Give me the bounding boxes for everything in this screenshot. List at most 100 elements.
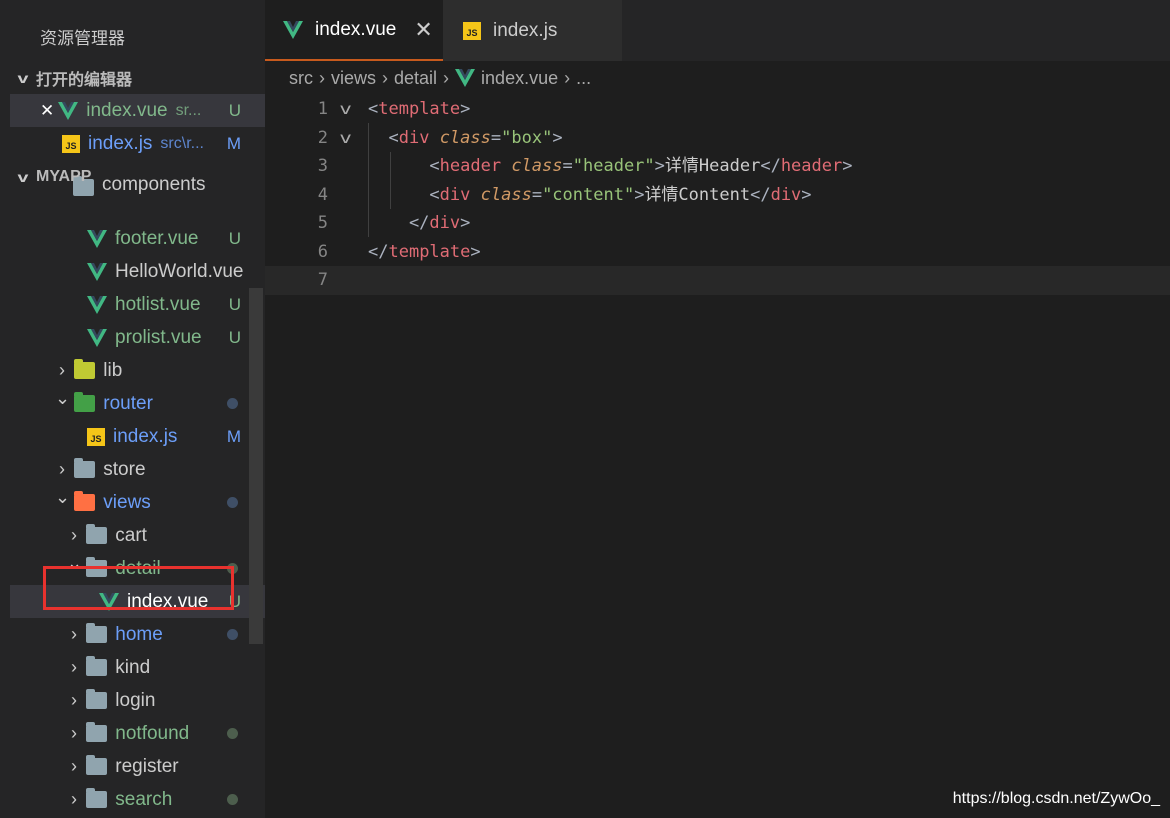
explorer-sidebar: 资源管理器 v 打开的编辑器 ✕ index.vue sr... U JS index.js… (0, 0, 265, 818)
chevron-right-icon[interactable]: › (67, 756, 81, 777)
tree-item[interactable]: › notfound (10, 717, 265, 750)
code-token: </ (750, 184, 771, 205)
tree-item[interactable]: ⌄ router (10, 387, 265, 420)
folder-icon (86, 788, 108, 808)
code-token: class (480, 184, 532, 205)
chevron-down-icon: v (17, 168, 29, 185)
item-name: home (115, 623, 163, 645)
item-path: src\r... (160, 134, 204, 152)
tree-item[interactable]: › login (10, 684, 265, 717)
code-line[interactable]: 2v <div class="box"> (265, 124, 1170, 153)
chevron-right-icon[interactable]: › (67, 789, 81, 810)
tree-item[interactable]: footer.vue U (10, 222, 265, 255)
close-icon[interactable]: ✕ (414, 17, 432, 43)
chevron-right-icon[interactable]: › (67, 525, 81, 546)
open-editor-item[interactable]: JS index.js src\r... M (10, 127, 265, 160)
tree-item[interactable]: HelloWorld.vue (10, 255, 265, 288)
code-editor[interactable]: 1 v <template> 2 v <div class="box"> 3 <heade… (265, 95, 1170, 818)
vue-icon (87, 229, 107, 248)
tree-item[interactable]: › register (10, 750, 265, 783)
code-text: <header class="header">详情Header</header> (368, 152, 852, 181)
tree-item[interactable]: › kind (10, 651, 265, 684)
chevron-right-icon[interactable]: › (67, 690, 81, 711)
indent-guide (368, 123, 369, 237)
code-token: < (368, 184, 440, 205)
open-editor-item[interactable]: ✕ index.vue sr... U (10, 94, 265, 127)
breadcrumb-item[interactable]: src (289, 68, 313, 89)
tree-item[interactable]: › store (10, 453, 265, 486)
tree-item[interactable]: › lib (10, 354, 265, 387)
item-name: views (103, 491, 151, 513)
project-section[interactable]: v MYAPP (10, 160, 265, 193)
tree-item[interactable]: JS index.js M (10, 420, 265, 453)
tree-item[interactable]: › search (10, 783, 265, 816)
fold-chevron-icon[interactable]: v (339, 95, 352, 124)
item-name: store (103, 458, 146, 480)
vue-icon (455, 69, 476, 87)
chevron-right-icon[interactable]: › (55, 459, 69, 480)
vue-icon (87, 262, 107, 281)
tree-item[interactable]: › home (10, 618, 265, 651)
sidebar-scrollbar[interactable] (249, 288, 263, 644)
code-token: "box" (501, 127, 553, 148)
tree-item[interactable]: hotlist.vue U (10, 288, 265, 321)
code-line[interactable]: 4 <div class="content">详情Content</div> (265, 181, 1170, 210)
tree-item[interactable]: prolist.vue U (10, 321, 265, 354)
chevron-down-icon[interactable]: ⌄ (55, 487, 70, 508)
item-name: hotlist.vue (115, 293, 201, 315)
folder-icon (86, 656, 108, 676)
code-token: div (770, 184, 802, 205)
tab-bar: index.vue ✕ JS index.js (265, 0, 1170, 61)
vue-icon (58, 101, 79, 120)
code-token: class (511, 156, 563, 176)
fold-chevron-icon[interactable]: v (339, 124, 352, 153)
code-token: > (634, 184, 645, 205)
tab-index-vue[interactable]: index.vue ✕ (265, 0, 443, 61)
code-token: header (439, 156, 502, 176)
breadcrumb-item[interactable]: ... (576, 68, 591, 89)
folder-router-icon (74, 392, 96, 412)
code-token: = (531, 184, 543, 205)
code-line[interactable]: 6 </template> (265, 238, 1170, 267)
chevron-right-icon[interactable]: › (67, 657, 81, 678)
code-line[interactable]: 7 (265, 266, 1170, 295)
chevron-down-icon[interactable]: ⌄ (55, 388, 70, 409)
code-token: </ (368, 213, 430, 233)
code-token: > (842, 156, 853, 176)
line-number: 5 (317, 213, 328, 233)
chevron-right-icon[interactable]: › (67, 624, 81, 645)
breadcrumb-item[interactable]: index.vue (481, 68, 558, 89)
code-token: < (368, 156, 440, 176)
item-name: search (115, 788, 173, 810)
code-token: </ (368, 241, 389, 262)
tree-item[interactable]: › cart (10, 519, 265, 552)
vue-icon (283, 20, 303, 39)
code-line[interactable]: 3 <header class="header">详情Header</heade… (265, 152, 1170, 181)
chevron-right-icon[interactable]: › (67, 723, 81, 744)
item-name: index.vue (86, 99, 168, 121)
code-token: template (388, 241, 471, 262)
code-line[interactable]: 1 v <template> (265, 95, 1170, 124)
git-status-dot (227, 794, 238, 805)
js-icon: JS (87, 427, 105, 446)
tab-index-js[interactable]: JS index.js (443, 0, 623, 61)
breadcrumb-item[interactable]: views (331, 68, 376, 89)
item-name: lib (103, 359, 123, 381)
code-token: = (562, 156, 573, 176)
close-icon[interactable]: ✕ (40, 101, 54, 121)
code-token: div (429, 213, 461, 233)
code-token: div (439, 184, 471, 205)
line-number: 2 (317, 127, 328, 148)
code-line[interactable]: 5 </div> (265, 209, 1170, 238)
chevron-right-icon[interactable]: › (55, 360, 69, 381)
code-token: 详情Content (644, 184, 751, 205)
git-status-badge: U (228, 100, 241, 120)
code-token: < (368, 99, 379, 119)
tree-item[interactable]: ⌄ views (10, 486, 265, 519)
open-editors-section[interactable]: v 打开的编辑器 (10, 61, 265, 94)
breadcrumb-item[interactable]: detail (394, 68, 437, 89)
folder-icon (86, 722, 108, 742)
